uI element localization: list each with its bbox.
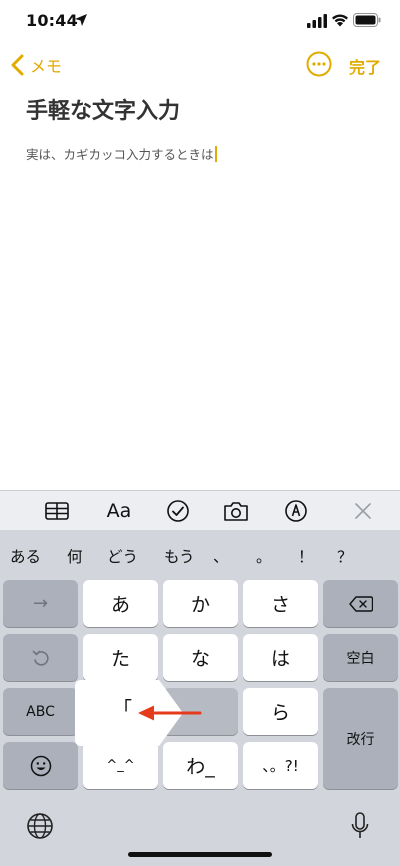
- popup-bracket-char: 「: [113, 698, 133, 720]
- home-indicator: [128, 852, 272, 857]
- delete-key[interactable]: [323, 580, 398, 627]
- suggestion-item[interactable]: どう: [107, 545, 138, 567]
- space-key[interactable]: 空白: [323, 634, 398, 681]
- markup-pen-icon[interactable]: [283, 499, 309, 523]
- done-button[interactable]: 完了: [349, 54, 381, 78]
- red-arrow-left-icon: [138, 705, 202, 721]
- note-body-text: 実は、カギカッコ入力するときは: [26, 147, 214, 162]
- note-title[interactable]: 手軽な文字入力: [26, 93, 180, 125]
- key-ta[interactable]: た: [83, 634, 158, 681]
- back-button[interactable]: メモ: [10, 52, 62, 78]
- note-body[interactable]: 実は、カギカッコ入力するときは: [26, 144, 217, 163]
- suggestion-item[interactable]: ？: [337, 545, 353, 567]
- microphone-icon[interactable]: [351, 812, 369, 840]
- key-punctuation[interactable]: 、。?!: [243, 742, 318, 789]
- suggestion-item[interactable]: 何: [67, 545, 83, 567]
- cellular-signal-icon: [307, 14, 327, 28]
- abc-key[interactable]: ABC: [3, 688, 78, 735]
- emoji-key[interactable]: [3, 742, 78, 789]
- key-ra[interactable]: ら: [243, 688, 318, 735]
- key-wa[interactable]: わ_: [163, 742, 238, 789]
- table-icon[interactable]: [44, 499, 70, 523]
- location-arrow-icon: [75, 14, 87, 26]
- delete-backspace-icon: [348, 595, 373, 612]
- globe-icon[interactable]: [26, 812, 54, 840]
- key-a[interactable]: あ: [83, 580, 158, 627]
- text-caret: [214, 146, 217, 162]
- text-format-button[interactable]: Aa: [104, 499, 134, 523]
- key-ha[interactable]: は: [243, 634, 318, 681]
- emoji-icon: [30, 755, 51, 776]
- checklist-icon[interactable]: [165, 499, 191, 523]
- return-key[interactable]: 改行: [323, 688, 398, 789]
- key-sa[interactable]: さ: [243, 580, 318, 627]
- undo-key[interactable]: [3, 634, 78, 681]
- suggestion-item[interactable]: 、: [213, 545, 229, 567]
- key-punctuation-label: 、。?!: [262, 757, 299, 775]
- battery-icon: [353, 13, 381, 27]
- suggestion-item[interactable]: ！: [298, 545, 314, 567]
- format-toolbar: Aa: [0, 490, 400, 530]
- back-button-label: メモ: [30, 57, 63, 76]
- key-kaomoji[interactable]: ^_^: [83, 742, 158, 789]
- undo-icon: [32, 650, 49, 666]
- chevron-left-icon: [11, 54, 24, 76]
- status-time: 10:44: [26, 11, 78, 30]
- arrow-key[interactable]: →: [3, 580, 78, 627]
- wifi-icon: [332, 14, 348, 27]
- more-options-icon[interactable]: [306, 51, 332, 77]
- suggestion-item[interactable]: もう: [164, 545, 195, 567]
- status-bar: 10:44: [0, 0, 400, 44]
- close-icon[interactable]: [350, 499, 376, 523]
- key-na[interactable]: な: [163, 634, 238, 681]
- key-kaomoji-label: ^_^: [106, 758, 135, 773]
- camera-icon[interactable]: [223, 499, 249, 523]
- suggestion-bar: ある 何 どう もう 、 。 ！ ？: [0, 532, 400, 576]
- suggestion-item[interactable]: 。: [256, 545, 272, 567]
- key-ka[interactable]: か: [163, 580, 238, 627]
- suggestion-item[interactable]: ある: [10, 545, 41, 567]
